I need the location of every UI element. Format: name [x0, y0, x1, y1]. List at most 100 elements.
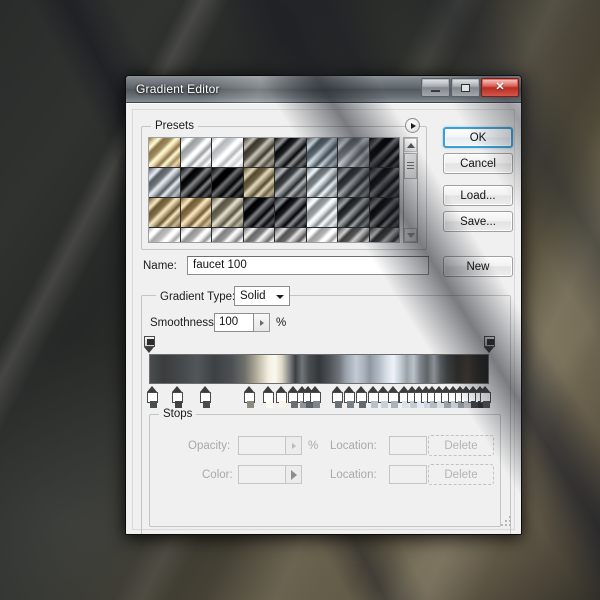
presets-scrollbar[interactable]	[403, 137, 418, 243]
grip-dot	[505, 520, 507, 522]
dialog-inner-frame: Presets Name: faucet 100 OK Cancel Load.…	[132, 109, 515, 534]
gradient-type-select[interactable]: Solid	[234, 286, 290, 306]
cancel-button[interactable]: Cancel	[443, 153, 513, 174]
stop-body	[172, 392, 184, 408]
window-controls: ✕	[420, 78, 519, 97]
scroll-up-button[interactable]	[404, 138, 417, 152]
stop-core	[246, 401, 254, 408]
stop-core	[483, 401, 491, 408]
color-stop-marker[interactable]	[310, 386, 322, 408]
presets-list[interactable]	[148, 137, 400, 243]
preset-swatch[interactable]	[149, 138, 181, 168]
scrollbar-thumb[interactable]	[404, 153, 417, 179]
stepper-triangle-icon	[291, 442, 296, 449]
preset-swatch[interactable]	[338, 138, 370, 168]
color-stop-marker[interactable]	[199, 386, 211, 408]
maximize-icon	[461, 83, 470, 92]
preset-swatch[interactable]	[275, 138, 307, 168]
opacity-stop-marker[interactable]	[483, 336, 495, 353]
gradient-editor-dialog: Gradient Editor ✕ Presets Name: faucet 1…	[125, 75, 522, 535]
preset-swatch[interactable]	[338, 198, 370, 228]
stop-body	[344, 392, 356, 408]
preset-swatch[interactable]	[369, 138, 399, 168]
close-button[interactable]: ✕	[481, 78, 519, 97]
preset-swatch[interactable]	[243, 138, 275, 168]
stop-body	[143, 336, 155, 347]
color-stop-marker[interactable]	[344, 386, 356, 408]
opacity-input	[238, 436, 286, 455]
preset-swatch[interactable]	[369, 168, 399, 198]
minimize-button[interactable]	[421, 78, 450, 97]
stops-group: Stops Opacity: % Location: % Delete	[149, 408, 501, 527]
grip-dot	[509, 524, 511, 526]
stop-body	[332, 392, 344, 408]
preset-swatch[interactable]	[275, 228, 307, 242]
smoothness-input[interactable]: 100	[214, 313, 254, 332]
preset-swatch[interactable]	[180, 168, 212, 198]
arrow-down-icon	[406, 232, 415, 238]
preset-swatch[interactable]	[338, 228, 370, 242]
dialog-body: Presets Name: faucet 100 OK Cancel Load.…	[126, 103, 521, 534]
color-stop-marker[interactable]	[262, 386, 274, 408]
color-stop-marker[interactable]	[480, 386, 492, 408]
preset-swatch[interactable]	[306, 168, 338, 198]
stop-body	[310, 392, 322, 408]
preset-swatch[interactable]	[369, 198, 399, 228]
color-stop-marker[interactable]	[276, 386, 288, 408]
play-triangle-icon	[411, 122, 416, 129]
preset-swatch[interactable]	[149, 228, 181, 242]
preset-swatch[interactable]	[180, 138, 212, 168]
dialog-titlebar[interactable]: Gradient Editor ✕	[126, 76, 521, 103]
smoothness-stepper[interactable]	[254, 313, 270, 332]
ok-button[interactable]: OK	[443, 127, 513, 148]
gradient-preview-bar[interactable]	[149, 354, 489, 384]
stop-core	[313, 401, 321, 408]
stop-core	[391, 401, 399, 408]
preset-swatch[interactable]	[243, 168, 275, 198]
preset-swatch[interactable]	[212, 168, 244, 198]
color-stop-marker[interactable]	[356, 386, 367, 408]
stop-pointer	[483, 347, 494, 353]
stop-core	[486, 339, 494, 345]
stop-core	[347, 401, 355, 408]
preset-swatch[interactable]	[243, 198, 275, 228]
preset-swatch[interactable]	[212, 138, 244, 168]
preset-swatch[interactable]	[180, 198, 212, 228]
scrollbar-grip	[407, 162, 414, 171]
color-stop-marker[interactable]	[243, 386, 255, 408]
preset-swatch[interactable]	[369, 228, 399, 242]
preset-swatch[interactable]	[275, 168, 307, 198]
stop-core	[175, 401, 183, 408]
resize-grip[interactable]	[499, 514, 511, 526]
preset-swatch[interactable]	[306, 138, 338, 168]
maximize-button[interactable]	[451, 78, 480, 97]
preset-swatch[interactable]	[149, 198, 181, 228]
stop-core	[359, 401, 366, 408]
preset-swatch[interactable]	[306, 198, 338, 228]
color-stop-marker[interactable]	[332, 386, 344, 408]
preset-swatch[interactable]	[149, 168, 181, 198]
preset-swatch[interactable]	[180, 228, 212, 242]
preset-swatch[interactable]	[212, 228, 244, 242]
smoothness-label: Smoothness:	[150, 317, 218, 329]
gradient-settings-group: Gradient Type: Solid Smoothness: 100 % S…	[141, 286, 511, 534]
color-stop-marker[interactable]	[146, 386, 158, 408]
preset-swatch[interactable]	[338, 168, 370, 198]
preset-swatch[interactable]	[212, 198, 244, 228]
load-button[interactable]: Load...	[443, 185, 513, 206]
gradient-type-label: Gradient Type:	[156, 291, 240, 303]
color-stop-marker[interactable]	[172, 386, 184, 408]
stop-body	[146, 392, 158, 408]
save-button[interactable]: Save...	[443, 211, 513, 232]
preset-swatch[interactable]	[243, 228, 275, 242]
name-input[interactable]: faucet 100	[187, 256, 429, 275]
preset-swatch[interactable]	[306, 228, 338, 242]
presets-flyout-button[interactable]	[405, 118, 420, 133]
opacity-label: Opacity:	[188, 440, 231, 452]
preset-swatch[interactable]	[275, 198, 307, 228]
scroll-down-button[interactable]	[404, 228, 417, 242]
new-button[interactable]: New	[443, 256, 513, 277]
opacity-stop-marker[interactable]	[143, 336, 155, 353]
name-label: Name:	[143, 260, 177, 272]
stop-body	[262, 392, 274, 408]
